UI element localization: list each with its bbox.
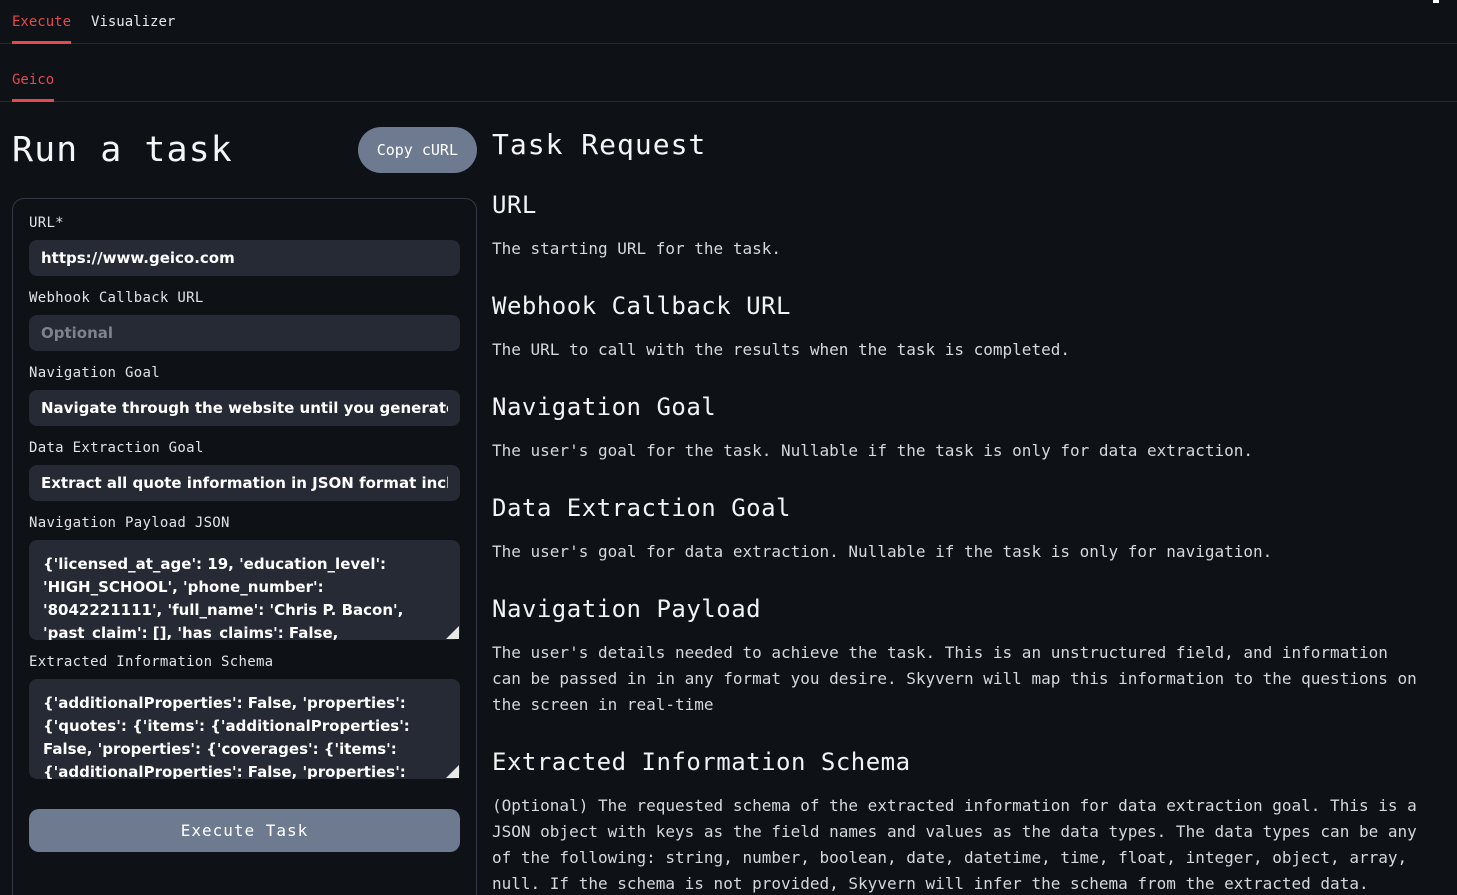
navigation-payload-textarea[interactable]: {'licensed_at_age': 19, 'education_level…: [29, 540, 460, 640]
navigation-payload-field-group: Navigation Payload JSON {'licensed_at_ag…: [29, 515, 460, 640]
extracted-schema-label: Extracted Information Schema: [29, 654, 460, 670]
doc-heading-url: URL: [492, 191, 1422, 219]
webhook-field-group: Webhook Callback URL: [29, 290, 460, 351]
task-form-card: URL* Webhook Callback URL Navigation Goa…: [12, 198, 477, 895]
data-extraction-goal-label: Data Extraction Goal: [29, 440, 460, 456]
tab-geico[interactable]: Geico: [12, 72, 54, 101]
docs-title: Task Request: [492, 128, 1422, 161]
webhook-callback-url-input[interactable]: [29, 315, 460, 351]
task-tabbar: Geico: [0, 44, 1457, 102]
doc-body-data-extraction-goal: The user's goal for data extraction. Nul…: [492, 539, 1422, 565]
run-task-panel: Run a task Copy cURL URL* Webhook Callba…: [12, 120, 477, 895]
data-extraction-goal-input[interactable]: [29, 465, 460, 501]
execute-task-button[interactable]: Execute Task: [29, 809, 460, 852]
navigation-goal-input[interactable]: [29, 390, 460, 426]
data-extraction-goal-field-group: Data Extraction Goal: [29, 440, 460, 501]
navigation-payload-wrap: {'licensed_at_age': 19, 'education_level…: [29, 540, 460, 640]
copy-curl-button[interactable]: Copy cURL: [358, 127, 477, 173]
doc-section-navigation-goal: Navigation Goal The user's goal for the …: [492, 393, 1422, 464]
doc-section-extracted-schema: Extracted Information Schema (Optional) …: [492, 748, 1422, 895]
doc-heading-data-extraction-goal: Data Extraction Goal: [492, 494, 1422, 522]
top-tabbar: Execute Visualizer: [0, 0, 1457, 44]
webhook-callback-url-label: Webhook Callback URL: [29, 290, 460, 306]
doc-section-navigation-payload: Navigation Payload The user's details ne…: [492, 595, 1422, 718]
url-field-group: URL*: [29, 215, 460, 276]
doc-body-navigation-goal: The user's goal for the task. Nullable i…: [492, 438, 1422, 464]
extracted-schema-textarea[interactable]: {'additionalProperties': False, 'propert…: [29, 679, 460, 779]
extracted-schema-wrap: {'additionalProperties': False, 'propert…: [29, 679, 460, 779]
doc-section-webhook: Webhook Callback URL The URL to call wit…: [492, 292, 1422, 363]
tab-execute[interactable]: Execute: [12, 14, 71, 43]
doc-heading-webhook: Webhook Callback URL: [492, 292, 1422, 320]
tab-visualizer[interactable]: Visualizer: [91, 14, 175, 43]
page-title: Run a task: [12, 130, 233, 170]
doc-heading-navigation-goal: Navigation Goal: [492, 393, 1422, 421]
doc-body-extracted-schema: (Optional) The requested schema of the e…: [492, 793, 1422, 895]
doc-heading-navigation-payload: Navigation Payload: [492, 595, 1422, 623]
resize-handle-icon[interactable]: [446, 626, 459, 639]
doc-body-url: The starting URL for the task.: [492, 236, 1422, 262]
doc-section-url: URL The starting URL for the task.: [492, 191, 1422, 262]
navigation-goal-label: Navigation Goal: [29, 365, 460, 381]
resize-handle-icon[interactable]: [446, 765, 459, 778]
doc-body-navigation-payload: The user's details needed to achieve the…: [492, 640, 1422, 718]
run-task-header: Run a task Copy cURL: [12, 122, 477, 178]
main-content: Run a task Copy cURL URL* Webhook Callba…: [0, 102, 1457, 895]
scrollbar-thumb[interactable]: [1433, 0, 1439, 3]
doc-heading-extracted-schema: Extracted Information Schema: [492, 748, 1422, 776]
extracted-schema-field-group: Extracted Information Schema {'additiona…: [29, 654, 460, 779]
navigation-goal-field-group: Navigation Goal: [29, 365, 460, 426]
app-root: Execute Visualizer Geico Run a task Copy…: [0, 0, 1457, 895]
doc-body-webhook: The URL to call with the results when th…: [492, 337, 1422, 363]
task-request-docs: Task Request URL The starting URL for th…: [492, 120, 1442, 895]
navigation-payload-label: Navigation Payload JSON: [29, 515, 460, 531]
url-label: URL*: [29, 215, 460, 231]
url-input[interactable]: [29, 240, 460, 276]
doc-section-data-extraction-goal: Data Extraction Goal The user's goal for…: [492, 494, 1422, 565]
